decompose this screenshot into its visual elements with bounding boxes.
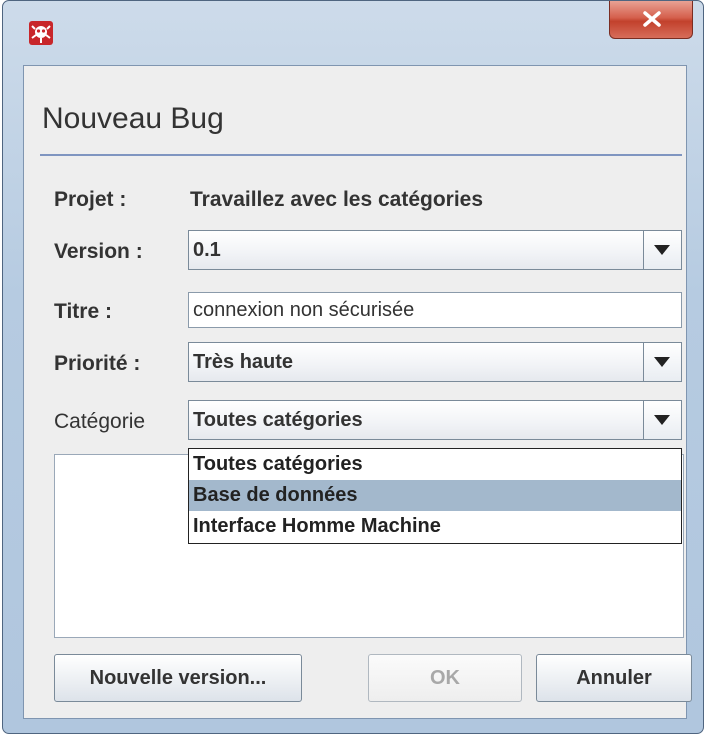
project-label: Projet : bbox=[54, 188, 127, 211]
title-input[interactable]: connexion non sécurisée bbox=[188, 292, 682, 328]
version-value: 0.1 bbox=[193, 239, 221, 261]
dialog-window: Nouveau Bug Projet : Travaillez avec les… bbox=[2, 0, 704, 734]
category-option[interactable]: Interface Homme Machine bbox=[189, 511, 681, 542]
project-value: Travaillez avec les catégories bbox=[190, 188, 484, 211]
priority-combo[interactable]: Très haute bbox=[188, 342, 682, 382]
dialog-content: Nouveau Bug Projet : Travaillez avec les… bbox=[23, 65, 692, 719]
category-dropdown-button[interactable] bbox=[643, 401, 681, 439]
category-combo[interactable]: Toutes catégories bbox=[188, 400, 682, 440]
close-icon bbox=[643, 11, 661, 27]
bug-icon bbox=[29, 21, 53, 45]
category-value: Toutes catégories bbox=[193, 409, 363, 431]
priority-dropdown-button[interactable] bbox=[643, 343, 681, 381]
ok-button[interactable]: OK bbox=[368, 654, 522, 702]
version-dropdown-button[interactable] bbox=[643, 231, 681, 269]
title-label: Titre : bbox=[54, 300, 112, 323]
category-option-highlighted[interactable]: Base de données bbox=[189, 480, 681, 511]
chevron-down-icon bbox=[654, 357, 670, 367]
version-label: Version : bbox=[54, 240, 143, 263]
title-input-value: connexion non sécurisée bbox=[193, 299, 415, 321]
category-label: Catégorie bbox=[54, 410, 146, 433]
dialog-title: Nouveau Bug bbox=[42, 102, 224, 135]
priority-value: Très haute bbox=[193, 351, 294, 373]
new-version-button[interactable]: Nouvelle version... bbox=[54, 654, 302, 702]
title-bar[interactable] bbox=[3, 1, 703, 65]
version-combo[interactable]: 0.1 bbox=[188, 230, 682, 270]
chevron-down-icon bbox=[654, 415, 670, 425]
category-option[interactable]: Toutes catégories bbox=[189, 449, 681, 480]
category-dropdown-list: Toutes catégories Base de données Interf… bbox=[188, 448, 682, 544]
chevron-down-icon bbox=[654, 245, 670, 255]
close-button[interactable] bbox=[609, 1, 693, 39]
cancel-button[interactable]: Annuler bbox=[536, 654, 692, 702]
priority-label: Priorité : bbox=[54, 352, 141, 375]
title-divider bbox=[40, 154, 682, 156]
